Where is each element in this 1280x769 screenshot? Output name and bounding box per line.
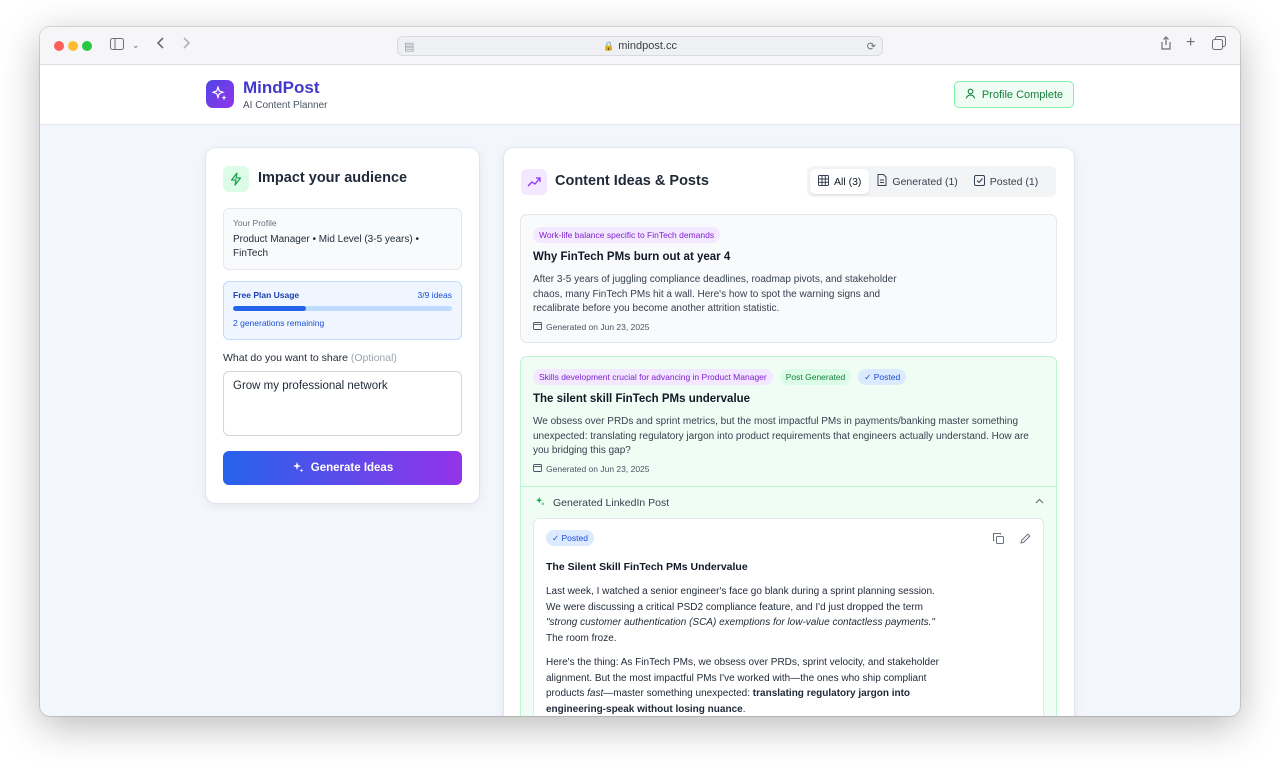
share-input[interactable] [223,371,462,436]
sparkles-icon [292,461,304,476]
idea-date-text: Generated on Jun 23, 2025 [546,463,650,474]
browser-window: ⌄ ▤ 🔒 mindpost.cc ⟳ + MindPost AI Content… [40,27,1240,716]
content-panel-title: Content Ideas & Posts [555,173,709,189]
chevron-up-icon[interactable] [1035,496,1044,507]
calendar-icon [533,321,542,332]
forward-arrow-icon[interactable] [181,36,191,54]
idea-card[interactable]: Work-life balance specific to FinTech de… [520,214,1057,343]
generate-ideas-label: Generate Ideas [310,462,394,474]
usage-remaining: 2 generations remaining [233,318,325,328]
page-icon: ▤ [404,41,415,53]
url-text: mindpost.cc [618,40,677,52]
topic-badge: Work-life balance specific to FinTech de… [533,227,721,243]
idea-card[interactable]: Skills development crucial for advancing… [520,356,1057,716]
reload-icon[interactable]: ⟳ [867,38,876,56]
post-text: Last week, I watched a senior engineer's… [546,586,935,613]
chevron-down-icon[interactable]: ⌄ [132,36,140,54]
usage-progress-bar [233,306,452,311]
sparkles-logo-icon [206,80,234,108]
idea-description: We obsess over PRDs and sprint metrics, … [533,416,1029,456]
sparkles-icon [535,496,545,509]
idea-title: The silent skill FinTech PMs undervalue [533,393,751,405]
share-label: What do you want to share (Optional) [223,352,397,364]
user-icon [965,88,976,102]
copy-icon[interactable] [993,531,1004,549]
profile-complete-button[interactable]: Profile Complete [954,81,1074,108]
share-optional-text: (Optional) [350,352,397,364]
edit-pencil-icon[interactable] [1020,531,1031,549]
post-title: The Silent Skill FinTech PMs Undervalue [546,561,748,573]
brand-title: MindPost [243,78,320,97]
generated-post-toggle[interactable]: Generated LinkedIn Post [521,486,1056,518]
idea-title: Why FinTech PMs burn out at year 4 [533,251,731,263]
posted-badge: ✓ Posted [546,530,594,546]
grid-icon [818,174,829,189]
usage-progress-fill [233,306,306,311]
idea-date: Generated on Jun 23, 2025 [533,321,650,332]
brand-subtitle: AI Content Planner [243,100,328,111]
trending-up-icon [521,169,547,195]
plan-usage: Free Plan Usage 3/9 ideas 2 generations … [223,281,462,340]
close-window-button[interactable] [54,41,64,51]
post-text: The room froze. [546,632,617,644]
post-text-italic: fast [587,688,604,699]
sidebar-toggle-icon[interactable] [110,36,124,54]
generate-ideas-button[interactable]: Generate Ideas [223,451,462,485]
idea-date-text: Generated on Jun 23, 2025 [546,321,650,332]
minimize-window-button[interactable] [68,41,78,51]
share-icon[interactable] [1160,36,1172,54]
generated-post-title: Generated LinkedIn Post [553,496,670,509]
idea-date: Generated on Jun 23, 2025 [533,463,650,474]
profile-summary: Your Profile Product Manager • Mid Level… [223,208,462,270]
lightning-icon [223,166,249,192]
topic-badge: Skills development crucial for advancing… [533,369,773,385]
tab-all-label: All (3) [834,175,862,188]
back-arrow-icon[interactable] [156,36,166,54]
content-panel: Content Ideas & Posts All (3) Generated … [504,148,1074,716]
post-generated-badge: Post Generated [779,369,852,385]
tab-generated[interactable]: Generated (1) [869,169,965,194]
post-text-italic: "strong customer authentication (SCA) ex… [546,617,935,628]
profile-complete-label: Profile Complete [981,88,1064,101]
tab-posted-label: Posted (1) [989,175,1039,188]
checkbox-icon [973,174,985,189]
share-label-text: What do you want to share [223,352,348,364]
calendar-icon [533,463,542,474]
tab-all[interactable]: All (3) [810,169,870,194]
tabs-overview-icon[interactable] [1212,36,1226,54]
browser-toolbar: ⌄ ▤ 🔒 mindpost.cc ⟳ + [40,27,1240,65]
generate-panel: Impact your audience Your Profile Produc… [206,148,479,503]
address-bar[interactable]: ▤ 🔒 mindpost.cc ⟳ [397,36,883,56]
post-paragraph: Here's the thing: As FinTech PMs, we obs… [546,655,946,716]
document-icon [877,174,887,189]
maximize-window-button[interactable] [82,41,92,51]
panel-title: Impact your audience [258,170,408,186]
linkedin-post: ✓ Posted The Silent Skill FinTech PMs Un… [533,518,1044,716]
tab-posted[interactable]: Posted (1) [966,169,1046,194]
usage-count: 3/9 ideas [417,290,453,300]
idea-description: After 3-5 years of juggling compliance d… [533,274,897,314]
filter-tabs: All (3) Generated (1) Posted (1) [807,166,1056,197]
tab-generated-label: Generated (1) [892,175,958,188]
new-tab-icon[interactable]: + [1186,34,1195,52]
lock-icon: 🔒 [603,41,615,51]
profile-label: Your Profile [233,218,277,228]
usage-title: Free Plan Usage [233,290,300,300]
post-text: —master something unexpected: [603,688,753,699]
post-text: . [742,703,746,715]
posted-badge: ✓ Posted [858,369,907,385]
profile-value: Product Manager • Mid Level (3-5 years) … [233,234,419,259]
post-paragraph: Last week, I watched a senior engineer's… [546,584,946,646]
app-header: MindPost AI Content Planner Profile Comp… [40,65,1240,125]
